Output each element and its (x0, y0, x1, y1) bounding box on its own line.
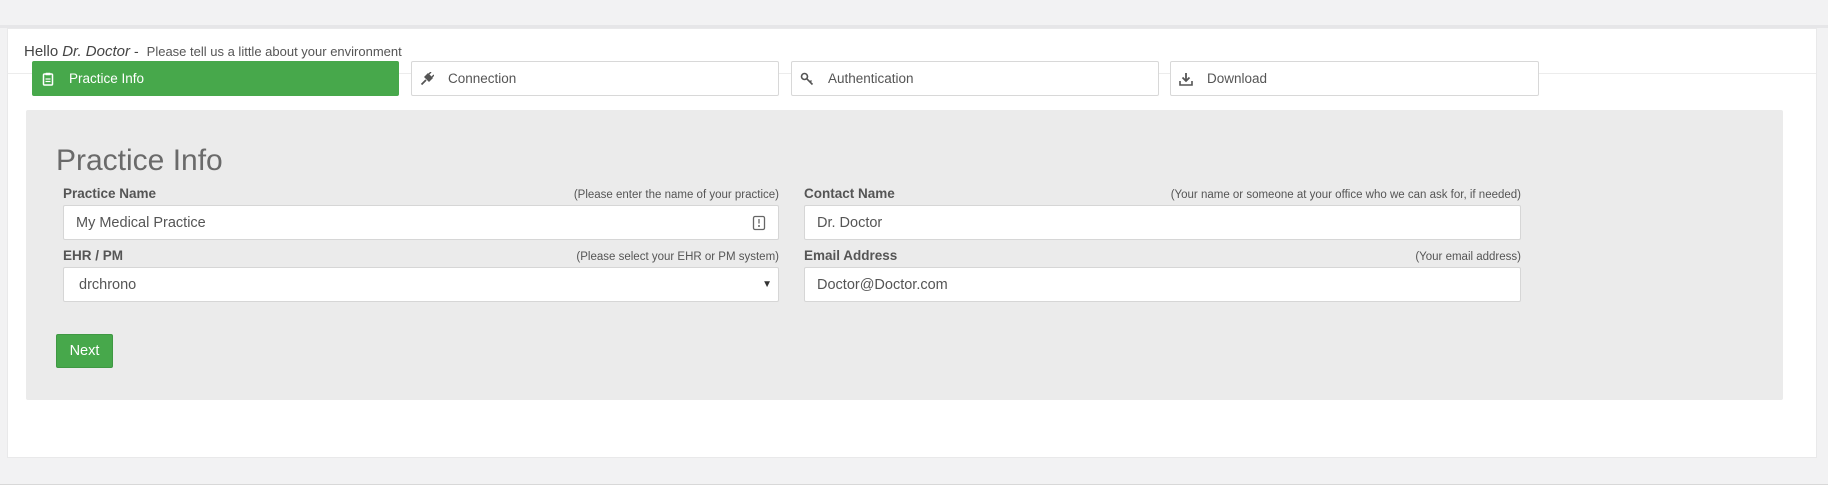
plug-icon (420, 71, 434, 86)
step-connection[interactable]: Connection (411, 61, 779, 96)
wizard-steps: Practice Info Connection Authentication … (28, 61, 1792, 96)
step-download[interactable]: Download (1170, 61, 1539, 96)
step-label: Authentication (828, 71, 914, 86)
contact-card-icon (752, 215, 766, 231)
email-value: Doctor@Doctor.com (817, 276, 948, 293)
step-label: Practice Info (69, 71, 145, 86)
practice-name-label: Practice Name (63, 186, 157, 201)
email-field[interactable]: Doctor@Doctor.com (804, 267, 1521, 302)
email-label: Email Address (804, 248, 898, 263)
practice-name-group: Practice Name (Please enter the name of … (63, 185, 779, 240)
practice-name-value: My Medical Practice (76, 214, 206, 231)
practice-name-input[interactable]: My Medical Practice (63, 205, 779, 240)
clipboard-icon (41, 72, 55, 86)
key-icon (800, 72, 814, 86)
step-authentication[interactable]: Authentication (791, 61, 1159, 96)
practice-name-hint: (Please enter the name of your practice) (573, 189, 779, 201)
email-hint: (Your email address) (1415, 251, 1521, 263)
step-label: Connection (448, 71, 517, 86)
ehr-pm-select[interactable]: drchrono ▼ (63, 267, 779, 302)
step-label: Download (1207, 71, 1268, 86)
ehr-pm-label: EHR / PM (63, 248, 124, 263)
email-group: Email Address (Your email address) Docto… (804, 247, 1521, 302)
greeting-user-name: Dr. Doctor (62, 42, 130, 60)
ehr-pm-group: EHR / PM (Please select your EHR or PM s… (63, 247, 779, 302)
chevron-down-icon: ▼ (762, 279, 772, 290)
greeting-dash: - (133, 43, 139, 59)
ehr-pm-value: drchrono (79, 276, 137, 293)
download-icon (1179, 72, 1193, 86)
contact-name-group: Contact Name (Your name or someone at yo… (804, 185, 1521, 240)
contact-name-input[interactable]: Dr. Doctor (804, 205, 1521, 240)
next-button[interactable]: Next (56, 334, 113, 368)
ehr-pm-hint: (Please select your EHR or PM system) (576, 251, 779, 263)
footer-strip (0, 485, 1828, 493)
form-title: Practice Info (56, 144, 223, 177)
step-practice-info[interactable]: Practice Info (32, 61, 399, 96)
greeting-hello: Hello (24, 42, 59, 60)
practice-info-form: Practice Info Practice Name (Please ente… (26, 110, 1783, 400)
contact-name-hint: (Your name or someone at your office who… (1170, 189, 1521, 201)
contact-name-value: Dr. Doctor (817, 214, 883, 231)
contact-name-label: Contact Name (804, 186, 895, 201)
greeting-subtitle: Please tell us a little about your envir… (146, 43, 402, 59)
